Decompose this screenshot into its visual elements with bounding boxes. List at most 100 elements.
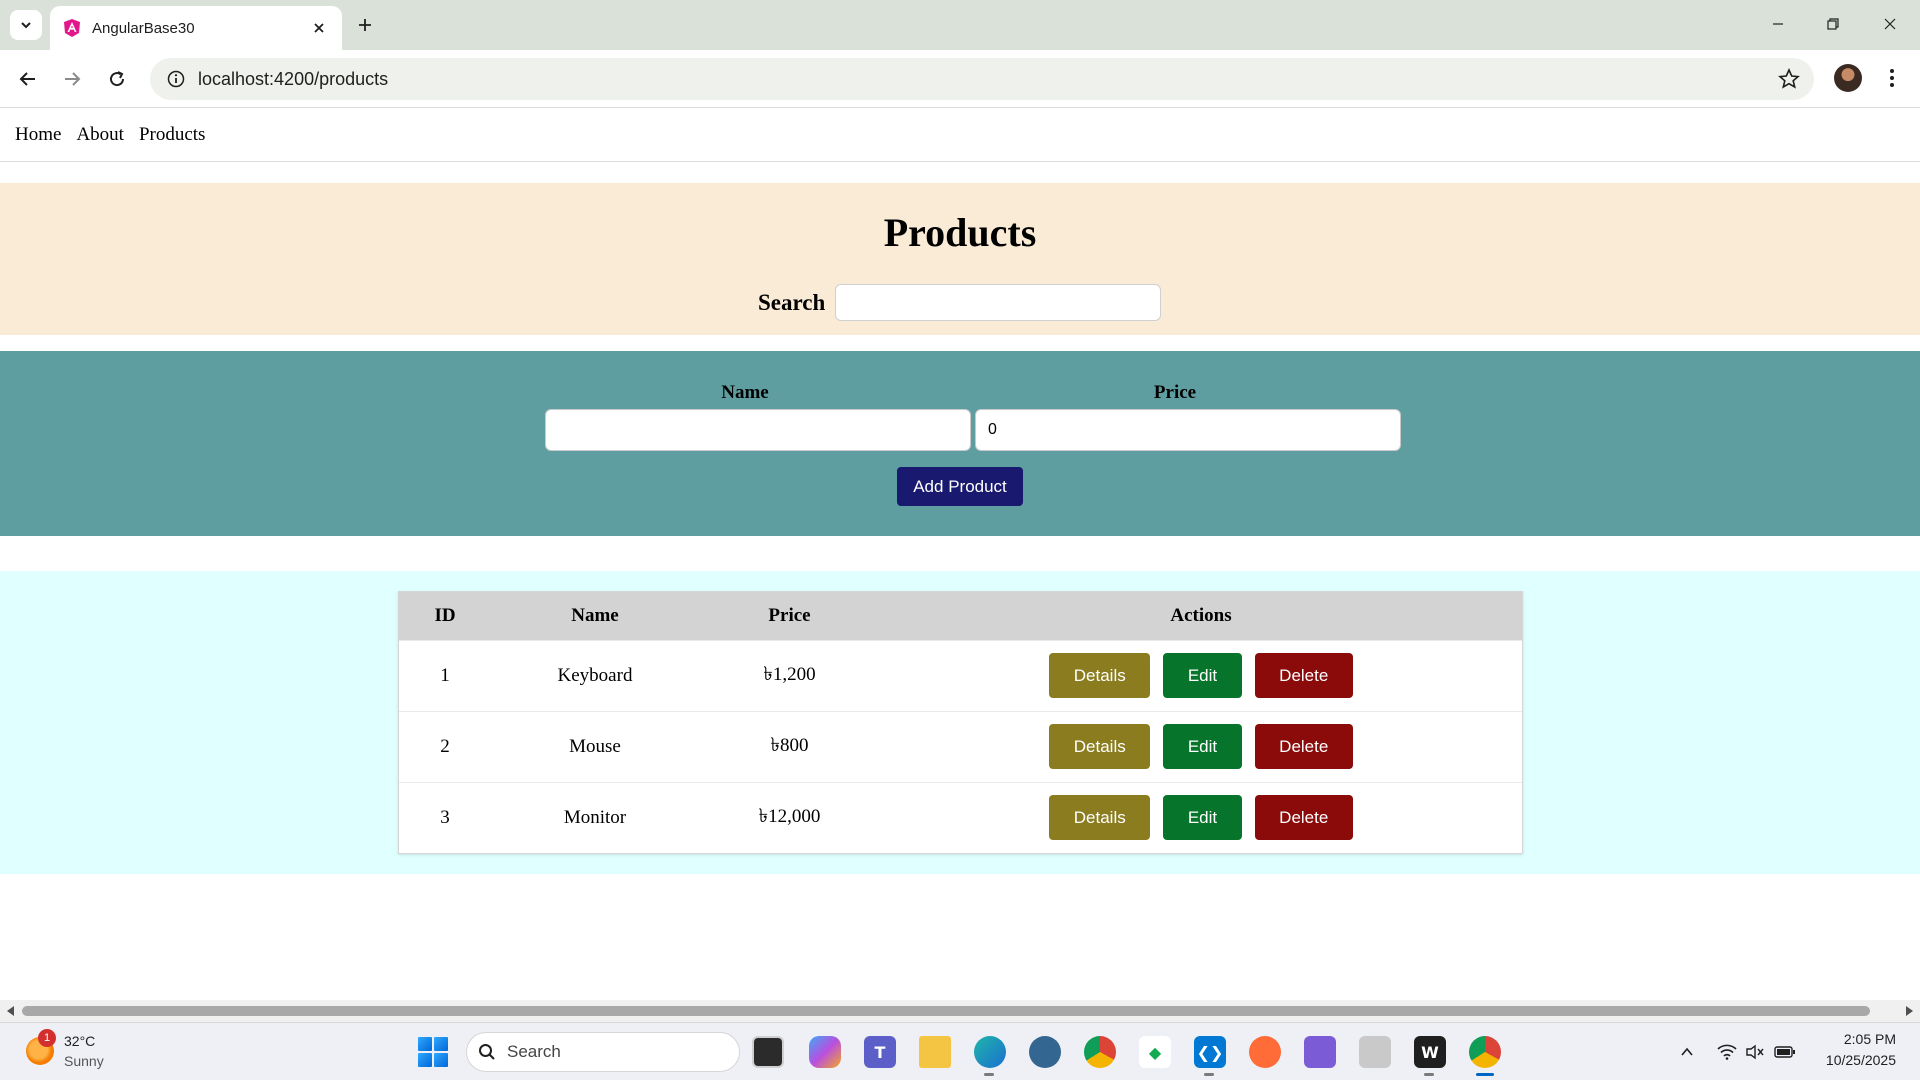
cell-id: 3: [440, 806, 450, 828]
browser-tab-strip: AngularBase30: [0, 0, 1920, 50]
weather-temperature[interactable]: 32°C: [64, 1033, 95, 1049]
weather-condition[interactable]: Sunny: [64, 1053, 104, 1069]
cell-actions: Details Edit Delete: [880, 711, 1522, 782]
teams-icon[interactable]: T: [864, 1036, 896, 1068]
cell-price: ৳800: [770, 734, 809, 756]
taskbar-search[interactable]: Search: [466, 1032, 740, 1072]
running-indicator: [984, 1073, 994, 1076]
delete-button[interactable]: Delete: [1254, 724, 1353, 769]
nav-link-about[interactable]: About: [76, 124, 124, 146]
show-hidden-icons-button[interactable]: [1676, 1041, 1698, 1063]
add-product-button[interactable]: Add Product: [897, 467, 1023, 506]
mongodb-icon[interactable]: ◆: [1139, 1036, 1171, 1068]
cell-name: Keyboard: [557, 664, 633, 686]
forward-button[interactable]: [56, 63, 88, 95]
minimize-button[interactable]: [1760, 8, 1796, 40]
running-indicator: [1424, 1073, 1434, 1076]
clock-time[interactable]: 2:05 PM: [1830, 1031, 1896, 1047]
edge-icon[interactable]: [974, 1036, 1006, 1068]
search-icon: [467, 1032, 507, 1072]
angular-logo-icon: [64, 19, 80, 37]
file-explorer-icon[interactable]: [919, 1036, 951, 1068]
cell-id: 1: [440, 664, 450, 686]
scroll-right-arrow-icon[interactable]: [1902, 1004, 1916, 1018]
app-w-icon[interactable]: W: [1414, 1036, 1446, 1068]
back-button[interactable]: [12, 63, 44, 95]
close-icon: [1884, 18, 1896, 30]
page-content: Home About Products Products Search Name…: [0, 109, 1920, 1000]
browser-toolbar: localhost:4200/products: [0, 50, 1920, 108]
chrome-icon[interactable]: [1084, 1036, 1116, 1068]
edit-button[interactable]: Edit: [1163, 724, 1242, 769]
scroll-left-arrow-icon[interactable]: [4, 1004, 18, 1018]
column-header-price: Price: [768, 604, 811, 626]
delete-button[interactable]: Delete: [1254, 795, 1353, 841]
nav-link-products[interactable]: Products: [139, 124, 206, 146]
more-vertical-icon: [1890, 69, 1894, 87]
visual-studio-icon[interactable]: [1304, 1036, 1336, 1068]
clock-date[interactable]: 10/25/2025: [1810, 1052, 1896, 1068]
windows-logo-pane: [434, 1037, 448, 1051]
details-button[interactable]: Details: [1049, 724, 1151, 769]
postman-icon[interactable]: [1249, 1036, 1281, 1068]
browser-tab-active[interactable]: AngularBase30: [50, 6, 342, 50]
nav-link-home[interactable]: Home: [15, 124, 61, 146]
chrome-profile-icon[interactable]: [1469, 1036, 1501, 1068]
wifi-icon[interactable]: [1716, 1041, 1738, 1063]
search-row: Search: [758, 284, 1162, 321]
horizontal-scrollbar[interactable]: [0, 1000, 1920, 1022]
url-text: localhost:4200/products: [198, 68, 389, 89]
search-input[interactable]: [835, 284, 1162, 321]
task-view-icon[interactable]: [752, 1036, 784, 1068]
name-input[interactable]: [545, 409, 971, 451]
taskbar-search-placeholder: Search: [507, 1042, 561, 1061]
new-tab-button[interactable]: [352, 12, 378, 38]
copilot-icon[interactable]: [809, 1036, 841, 1068]
delete-button[interactable]: Delete: [1254, 653, 1353, 698]
edit-button[interactable]: Edit: [1163, 795, 1242, 841]
vscode-icon[interactable]: ❮❯: [1194, 1036, 1226, 1068]
cell-id: 2: [440, 735, 450, 757]
column-header-id: ID: [434, 604, 456, 626]
scrollbar-thumb[interactable]: [22, 1006, 1870, 1016]
profile-avatar[interactable]: [1834, 64, 1862, 92]
price-label: Price: [1153, 382, 1197, 403]
snipping-tool-icon[interactable]: [1359, 1036, 1391, 1068]
speaker-muted-icon[interactable]: [1744, 1041, 1766, 1063]
column-header-actions: Actions: [1170, 604, 1232, 626]
windows-logo-pane: [418, 1053, 432, 1067]
search-label: Search: [758, 289, 826, 315]
postgresql-icon[interactable]: [1029, 1036, 1061, 1068]
table-row: 1 Keyboard ৳1,200 Details Edit Delete: [399, 640, 1522, 711]
active-app-indicator: [1476, 1073, 1494, 1076]
details-button[interactable]: Details: [1049, 795, 1151, 841]
battery-icon[interactable]: [1774, 1041, 1796, 1063]
tab-title: AngularBase30: [92, 19, 195, 37]
page-title: Products: [883, 210, 1037, 255]
tab-close-button[interactable]: [308, 17, 330, 39]
products-table-container: ID Name Price Actions 1 Keyboard ৳1,200 …: [398, 591, 1523, 854]
tab-search-button[interactable]: [10, 10, 42, 40]
cell-actions: Details Edit Delete: [880, 782, 1522, 853]
reload-button[interactable]: [101, 63, 133, 95]
weather-badge: 1: [38, 1029, 56, 1047]
site-info-button[interactable]: [154, 58, 198, 100]
restore-button[interactable]: [1815, 8, 1851, 40]
bookmark-star-icon[interactable]: [1778, 68, 1800, 90]
windows-taskbar: 1 32°C Sunny Search T ◆ ❮❯ W 2:05 PM 10/: [0, 1022, 1920, 1080]
plus-icon: [359, 19, 371, 31]
edit-button[interactable]: Edit: [1163, 653, 1242, 698]
details-button[interactable]: Details: [1049, 653, 1151, 698]
info-icon: [167, 70, 185, 88]
cell-name: Monitor: [563, 806, 627, 828]
arrow-right-icon: [65, 72, 81, 86]
address-bar[interactable]: localhost:4200/products: [150, 58, 1814, 100]
column-header-name: Name: [571, 604, 619, 626]
start-button[interactable]: [418, 1037, 448, 1067]
close-icon: [314, 23, 324, 33]
products-header: Products Search: [0, 183, 1920, 335]
cell-actions: Details Edit Delete: [880, 640, 1522, 711]
close-window-button[interactable]: [1872, 8, 1908, 40]
browser-menu-button[interactable]: [1878, 64, 1906, 92]
price-input[interactable]: [975, 409, 1401, 451]
